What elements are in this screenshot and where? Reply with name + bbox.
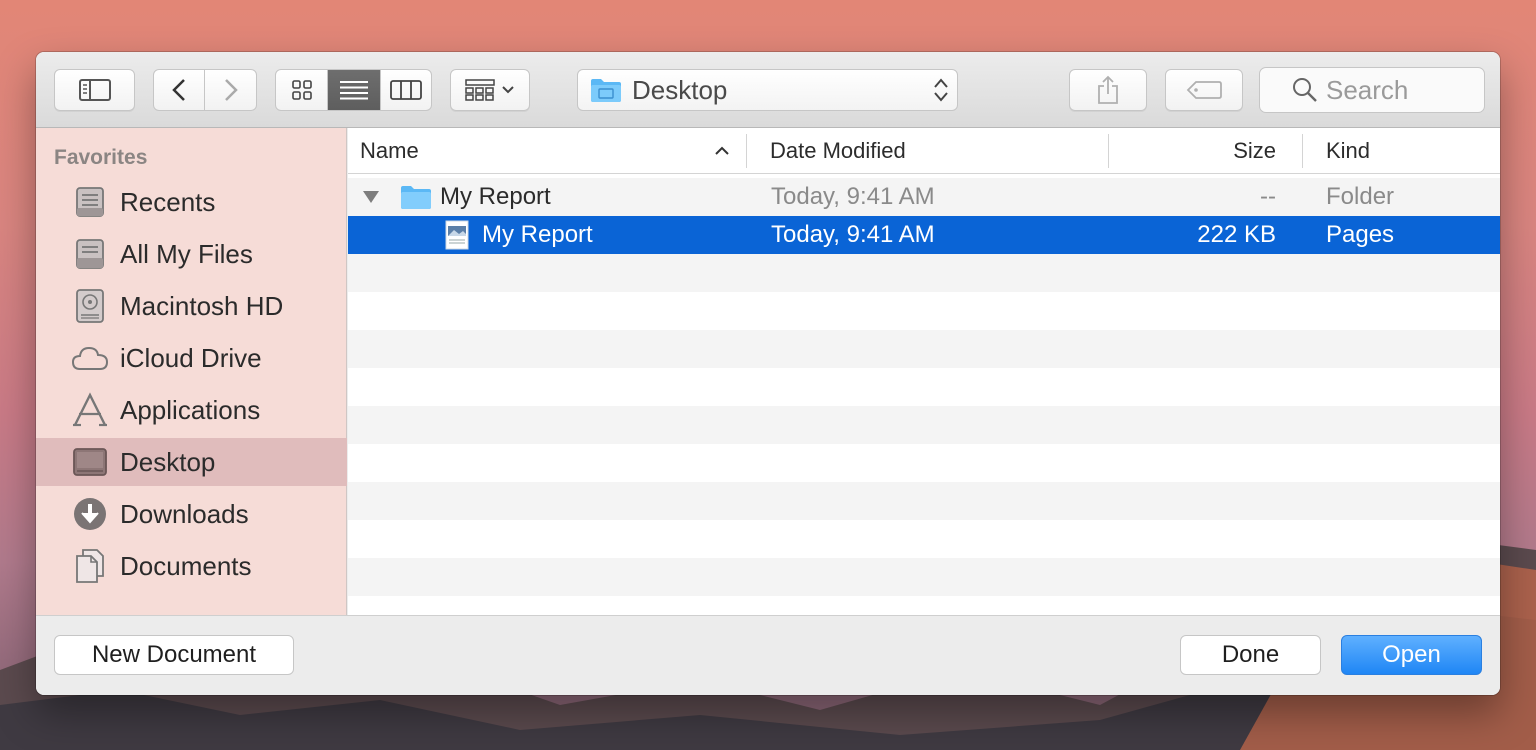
column-size-label: Size bbox=[1233, 138, 1276, 163]
search-placeholder: Search bbox=[1326, 74, 1409, 105]
desktop-icon bbox=[70, 442, 110, 482]
sidebar-toggle-icon bbox=[78, 79, 111, 101]
list-icon bbox=[340, 81, 368, 100]
file-name: My Report bbox=[440, 183, 551, 210]
view-mode-group bbox=[275, 69, 432, 111]
table-row[interactable]: My Report Today, 9:41 AM 222 KB Pages bbox=[348, 216, 1500, 254]
tag-button[interactable] bbox=[1165, 69, 1243, 111]
file-date: Today, 9:41 AM bbox=[771, 221, 935, 248]
column-header: Name Date Modified Size Kind bbox=[348, 128, 1500, 174]
sidebar-item-label: Applications bbox=[120, 394, 261, 425]
search-field[interactable]: Search bbox=[1259, 67, 1485, 113]
location-popup[interactable]: Desktop bbox=[577, 69, 958, 111]
recents-icon bbox=[70, 182, 110, 222]
chevron-left-icon bbox=[172, 79, 185, 101]
file-size: 222 KB bbox=[1197, 221, 1276, 248]
list-view-button[interactable] bbox=[328, 70, 381, 110]
column-view-button[interactable] bbox=[381, 70, 431, 110]
sort-ascending-icon bbox=[715, 146, 729, 155]
sidebar-item-desktop[interactable]: Desktop bbox=[36, 438, 347, 486]
sidebar: Favorites Recents All My Files Macintosh… bbox=[36, 128, 347, 615]
sidebar-heading: Favorites bbox=[54, 146, 148, 169]
chevron-down-icon bbox=[502, 86, 514, 94]
sidebar-item-label: Macintosh HD bbox=[120, 290, 284, 321]
folder-icon bbox=[591, 79, 621, 102]
column-kind-label: Kind bbox=[1326, 138, 1371, 163]
sidebar-toggle-button[interactable] bbox=[54, 69, 135, 111]
column-divider[interactable] bbox=[1108, 134, 1109, 168]
location-label: Desktop bbox=[632, 74, 728, 105]
disclosure-triangle-icon[interactable] bbox=[362, 190, 380, 204]
search-icon bbox=[1293, 78, 1317, 102]
sidebar-item-recents[interactable]: Recents bbox=[36, 178, 347, 226]
folder-icon bbox=[401, 186, 431, 209]
empty-row bbox=[348, 482, 1500, 520]
all-files-icon bbox=[70, 234, 110, 274]
open-button[interactable]: Open bbox=[1341, 635, 1482, 675]
sidebar-item-documents[interactable]: Documents bbox=[36, 542, 347, 590]
back-button[interactable] bbox=[154, 70, 205, 110]
dialog-footer: New Document Done Open bbox=[36, 615, 1500, 695]
icon-view-button[interactable] bbox=[276, 70, 328, 110]
file-size: -- bbox=[1260, 183, 1276, 210]
done-button[interactable]: Done bbox=[1180, 635, 1321, 675]
column-header-date[interactable]: Date Modified bbox=[770, 128, 906, 174]
share-button[interactable] bbox=[1069, 69, 1147, 111]
up-down-arrows-icon bbox=[934, 78, 948, 102]
hard-drive-icon bbox=[70, 286, 110, 326]
tag-icon bbox=[1186, 81, 1222, 99]
sidebar-item-label: Desktop bbox=[120, 446, 216, 477]
sidebar-item-label: Downloads bbox=[120, 498, 249, 529]
cloud-icon bbox=[70, 338, 110, 378]
empty-row bbox=[348, 406, 1500, 444]
sidebar-item-applications[interactable]: Applications bbox=[36, 386, 347, 434]
column-date-label: Date Modified bbox=[770, 138, 906, 163]
table-row[interactable]: My Report Today, 9:41 AM -- Folder bbox=[348, 178, 1500, 216]
column-header-kind[interactable]: Kind bbox=[1326, 128, 1370, 174]
group-grid-icon bbox=[465, 79, 495, 101]
sidebar-item-downloads[interactable]: Downloads bbox=[36, 490, 347, 538]
sidebar-item-label: iCloud Drive bbox=[120, 342, 262, 373]
column-divider[interactable] bbox=[746, 134, 747, 168]
open-dialog: Desktop Search Favorites Recents All My … bbox=[36, 52, 1500, 695]
share-icon bbox=[1098, 75, 1118, 104]
pages-document-icon bbox=[445, 220, 469, 250]
chevron-right-icon bbox=[224, 79, 238, 101]
sidebar-item-all-my-files[interactable]: All My Files bbox=[36, 230, 347, 278]
column-header-name[interactable]: Name bbox=[360, 128, 419, 174]
toolbar: Desktop Search bbox=[36, 52, 1500, 128]
empty-row bbox=[348, 254, 1500, 292]
applications-icon bbox=[70, 390, 110, 430]
empty-row bbox=[348, 558, 1500, 596]
group-by-button[interactable] bbox=[450, 69, 530, 111]
grid-icon bbox=[291, 80, 312, 100]
sidebar-item-label: Recents bbox=[120, 186, 216, 217]
file-list: Name Date Modified Size Kind My Report T… bbox=[348, 128, 1500, 615]
sidebar-item-macintosh-hd[interactable]: Macintosh HD bbox=[36, 282, 347, 330]
download-icon bbox=[70, 494, 110, 534]
new-document-button[interactable]: New Document bbox=[54, 635, 294, 675]
column-divider[interactable] bbox=[1302, 134, 1303, 168]
sidebar-item-label: All My Files bbox=[120, 238, 253, 269]
empty-row bbox=[348, 330, 1500, 368]
column-header-size[interactable]: Size bbox=[1233, 128, 1276, 174]
sidebar-item-label: Documents bbox=[120, 550, 252, 581]
back-forward-group bbox=[153, 69, 257, 111]
file-name: My Report bbox=[482, 221, 593, 248]
file-kind: Pages bbox=[1326, 221, 1395, 248]
forward-button[interactable] bbox=[205, 70, 256, 110]
sidebar-item-icloud-drive[interactable]: iCloud Drive bbox=[36, 334, 347, 382]
columns-icon bbox=[390, 80, 422, 100]
file-kind: Folder bbox=[1326, 183, 1395, 210]
column-name-label: Name bbox=[360, 138, 419, 163]
file-date: Today, 9:41 AM bbox=[771, 183, 935, 210]
documents-icon bbox=[70, 546, 110, 586]
